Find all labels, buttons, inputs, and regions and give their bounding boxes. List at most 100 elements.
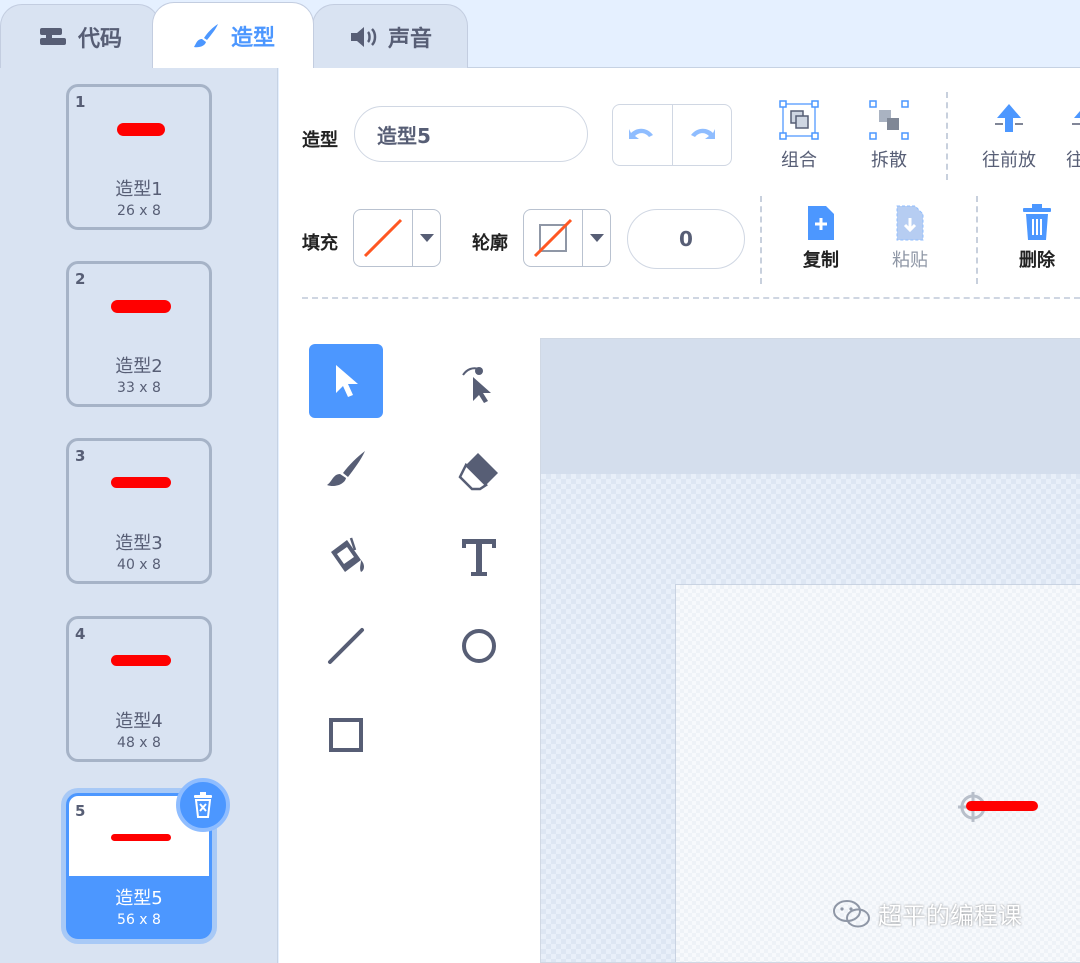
- costume-name: 造型5: [115, 888, 163, 909]
- costume-label: 造型: [302, 130, 338, 151]
- tab-sounds[interactable]: 声音: [312, 4, 468, 68]
- copy-icon: [808, 206, 834, 240]
- costume-drawing[interactable]: [955, 789, 1045, 825]
- fill-dropdown: [413, 210, 440, 266]
- circle-icon: [462, 629, 496, 663]
- fill-swatch: [354, 210, 413, 266]
- paste-button[interactable]: 粘贴: [884, 204, 936, 272]
- undo-icon: [629, 128, 654, 139]
- redo-icon: [690, 128, 715, 139]
- group-icon: [779, 100, 819, 140]
- costume-size: 56 x 8: [117, 912, 161, 928]
- toolbar-divider: [976, 196, 978, 284]
- outline-dropdown: [583, 210, 610, 266]
- costume-item-4[interactable]: 4 造型4 48 x 8: [66, 616, 212, 762]
- costume-item-3[interactable]: 3 造型3 40 x 8: [66, 438, 212, 584]
- fill-color-picker[interactable]: [353, 209, 441, 267]
- copy-button[interactable]: 复制: [795, 204, 847, 272]
- arrow-up-icon: [995, 104, 1023, 132]
- editor-tab-bar: 代码 造型 声音: [0, 0, 1080, 68]
- eraser-tool[interactable]: [442, 433, 516, 507]
- reshape-tool[interactable]: [442, 344, 516, 418]
- costume-name: 造型2: [115, 356, 163, 377]
- costume-name: 造型1: [115, 179, 163, 200]
- eraser-icon: [458, 453, 498, 491]
- forward-label: 往前放: [982, 150, 1036, 171]
- costume-name: 造型3: [115, 533, 163, 554]
- toolbar-separator: [302, 297, 1080, 299]
- paint-canvas[interactable]: [540, 338, 1080, 963]
- costume-size: 48 x 8: [117, 735, 161, 751]
- paintbrush-icon: [193, 23, 218, 47]
- costume-size: 33 x 8: [117, 380, 161, 396]
- outline-color-icon: [533, 218, 573, 258]
- ungroup-label: 拆散: [871, 150, 907, 171]
- caret-down-icon: [419, 234, 434, 242]
- arrow-up-icon: [1072, 111, 1080, 125]
- costume-name: 造型4: [115, 711, 163, 732]
- tab-sounds-label: 声音: [387, 26, 432, 52]
- undo-button[interactable]: [613, 105, 673, 165]
- fill-color-icon: [363, 218, 403, 258]
- trash-icon: [1023, 204, 1051, 240]
- copy-label: 复制: [803, 250, 839, 271]
- forward-button[interactable]: 往前放: [978, 100, 1040, 172]
- delete-label: 删除: [1019, 250, 1055, 271]
- costume-item-2[interactable]: 2 造型2 33 x 8: [66, 261, 212, 407]
- text-t-icon: [462, 539, 496, 576]
- costume-thumbnail: [117, 123, 165, 136]
- canvas-margin: [541, 339, 1080, 474]
- toolbar-divider: [946, 92, 948, 180]
- outline-label: 轮廓: [472, 233, 508, 254]
- line-tool[interactable]: [309, 609, 383, 683]
- fill-tool[interactable]: [309, 520, 383, 594]
- wechat-icon: [833, 899, 870, 927]
- tab-costumes[interactable]: 造型: [152, 2, 314, 68]
- outline-swatch: [524, 210, 583, 266]
- brush-icon: [327, 451, 365, 487]
- costume-number: 5: [75, 802, 86, 820]
- costume-thumbnail: [111, 834, 171, 841]
- watermark: 超平的编程课: [832, 896, 1022, 931]
- costume-size: 40 x 8: [117, 557, 161, 573]
- line-icon: [328, 628, 364, 664]
- outline-width-input[interactable]: 0: [627, 209, 745, 269]
- outline-color-picker[interactable]: [523, 209, 611, 267]
- fill-label: 填充: [302, 233, 338, 254]
- caret-down-icon: [589, 234, 604, 242]
- toolbar-divider: [760, 196, 762, 284]
- undo-redo-group: [612, 104, 732, 166]
- tab-code-label: 代码: [77, 26, 122, 52]
- costume-number: 4: [75, 625, 86, 643]
- costume-name-input[interactable]: 造型5: [354, 106, 588, 162]
- paste-label: 粘贴: [892, 250, 928, 271]
- costume-number: 1: [75, 93, 86, 111]
- speaker-icon: [350, 26, 377, 47]
- group-button[interactable]: 组合: [770, 100, 828, 172]
- forward-layer-button[interactable]: 往: [1066, 100, 1080, 172]
- rectangle-icon: [329, 718, 363, 752]
- brush-tool[interactable]: [309, 433, 383, 507]
- tab-code[interactable]: 代码: [0, 4, 160, 68]
- costume-thumbnail: [111, 300, 171, 313]
- text-tool[interactable]: [442, 520, 516, 594]
- delete-button[interactable]: 删除: [1011, 204, 1063, 272]
- watermark-text: 超平的编程课: [878, 902, 1022, 930]
- circle-tool[interactable]: [442, 609, 516, 683]
- redo-button[interactable]: [673, 105, 732, 165]
- select-tool[interactable]: [309, 344, 383, 418]
- reshape-cursor-icon: [462, 367, 491, 403]
- costume-size: 26 x 8: [117, 203, 161, 219]
- delete-costume-button[interactable]: [176, 778, 230, 832]
- code-blocks-icon: [39, 27, 66, 45]
- arrow-cursor-icon: [336, 365, 358, 397]
- paint-bucket-icon: [331, 537, 364, 572]
- rectangle-tool[interactable]: [309, 698, 383, 772]
- group-label: 组合: [781, 150, 817, 171]
- costume-number: 2: [75, 270, 86, 288]
- ungroup-icon: [869, 100, 909, 140]
- costume-item-1[interactable]: 1 造型1 26 x 8: [66, 84, 212, 230]
- tab-costumes-label: 造型: [230, 25, 275, 51]
- costume-thumbnail: [111, 477, 171, 488]
- ungroup-button[interactable]: 拆散: [860, 100, 918, 172]
